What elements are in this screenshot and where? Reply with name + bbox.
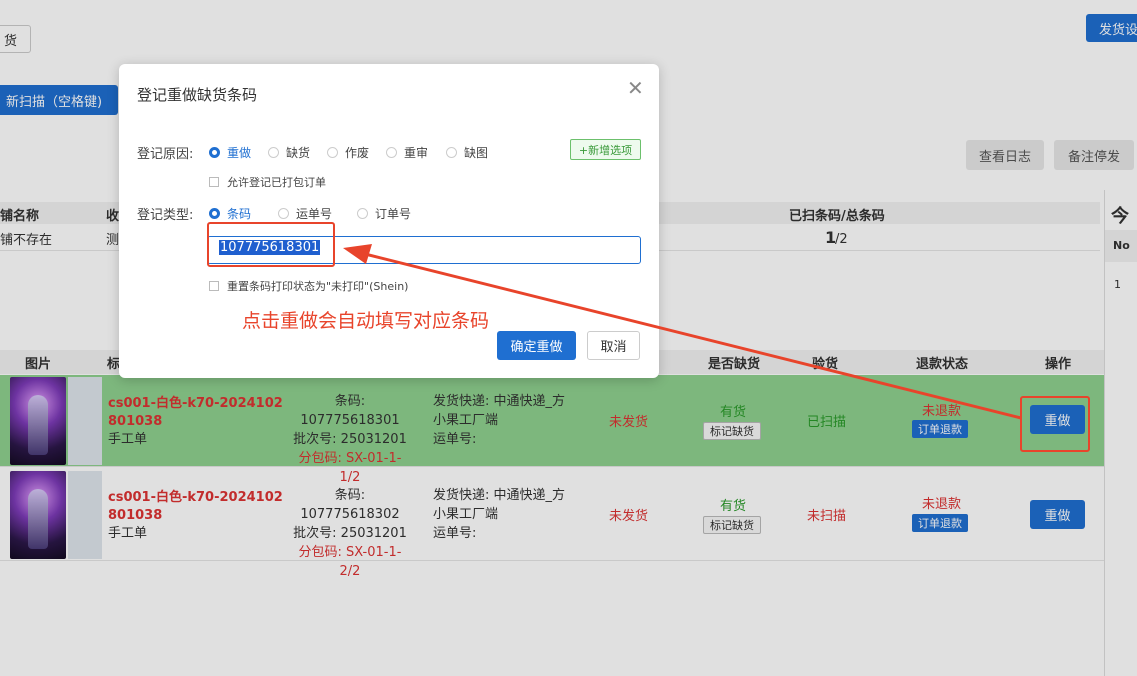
page: 货 新扫描（空格键) 发货设 查看日志 备注停发 铺名称 收 已扫条码/总条码 … — [0, 0, 1137, 676]
annotation-arrow — [343, 244, 1022, 420]
